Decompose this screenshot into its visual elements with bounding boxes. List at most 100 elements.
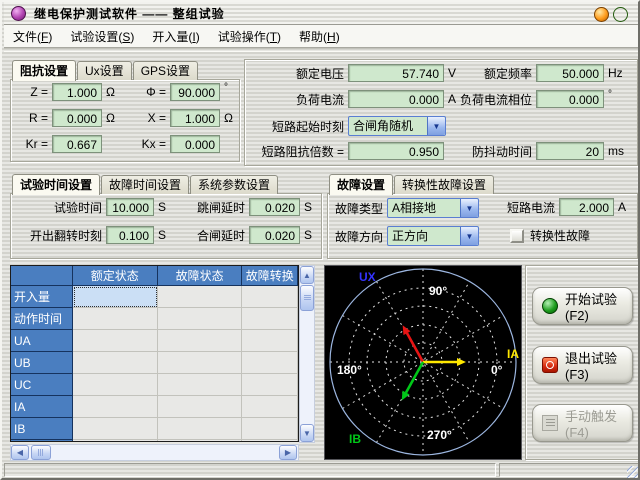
phi-unit: ° [224,82,228,93]
short-start-label: 短路起始时刻 [249,118,344,135]
resize-grip[interactable] [627,466,639,478]
trip-delay-input[interactable]: 0.020 [249,198,300,216]
table-row: IA [11,396,298,418]
tab-convert-fault-settings[interactable]: 转换性故障设置 [394,175,494,194]
short-current-label: 短路电流 [507,199,555,216]
rated-freq-label: 额定频率 [454,65,532,82]
chevron-down-icon[interactable]: ▼ [427,117,445,135]
ib-vector-label: IB [349,432,361,446]
title-bar: 继电保护测试软件 —— 整组试验 [4,2,638,25]
tab-gps-settings[interactable]: GPS设置 [133,61,198,80]
column-header-rated-state[interactable]: 额定状态 [73,266,158,286]
angle-180-label: 180° [337,363,362,377]
trip-delay-field: 跳闸延时 0.020 S [190,198,312,216]
phi-field: Φ = 90.000 ° [136,83,228,101]
menu-bar: 文件(F) 试验设置(S) 开入量(I) 试验操作(T) 帮助(H) [4,25,638,48]
load-phase-field: 负荷电流相位 0.000 ° [454,90,612,108]
vscroll-thumb[interactable] [300,285,314,311]
x-input[interactable]: 1.000 [170,109,220,127]
load-current-input[interactable]: 0.000 [348,90,444,108]
scroll-down-icon[interactable]: ▼ [300,424,314,442]
chevron-down-icon[interactable]: ▼ [460,199,478,217]
scroll-left-icon[interactable]: ◀ [11,445,29,460]
trip-delay-label: 跳闸延时 [190,199,245,216]
short-start-combo[interactable]: 合闸角随机 ▼ [348,116,446,136]
impedance-ratio-label: 短路阻抗倍数 = [249,143,344,160]
convert-fault-field: 转换性故障 [510,227,590,244]
r-input[interactable]: 0.000 [52,109,102,127]
kr-label: Kr = [16,137,48,151]
rated-voltage-input[interactable]: 57.740 [348,64,444,82]
kr-input[interactable]: 0.667 [52,135,102,153]
z-unit: Ω [106,85,115,99]
table-hscrollbar[interactable] [10,444,299,461]
rated-freq-unit: Hz [608,66,623,80]
kx-field: Kx = 0.000 [136,135,220,153]
tab-system-param-settings[interactable]: 系统参数设置 [190,175,278,194]
minimize-button[interactable] [594,7,609,22]
tab-fault-settings[interactable]: 故障设置 [329,174,393,195]
debounce-input[interactable]: 20 [536,142,604,160]
kx-input[interactable]: 0.000 [170,135,220,153]
hscroll-thumb[interactable] [31,445,51,460]
close-delay-input[interactable]: 0.020 [249,226,300,244]
angle-90-label: 90° [429,284,447,298]
scroll-right-icon[interactable]: ▶ [279,445,297,460]
fault-type-field: 故障类型 A相接地 ▼ [333,198,479,218]
tab-test-time-settings[interactable]: 试验时间设置 [12,174,100,195]
fault-direction-field: 故障方向 正方向 ▼ [333,226,479,246]
power-icon [542,357,558,373]
tab-impedance-settings[interactable]: 阻抗设置 [12,60,76,81]
tab-ux-settings[interactable]: Ux设置 [77,61,132,80]
menu-help[interactable]: 帮助(H) [290,25,349,48]
status-bar [4,462,640,479]
table-row: UA [11,330,298,352]
impedance-ratio-input[interactable]: 0.950 [348,142,444,160]
fault-direction-combo[interactable]: 正方向 ▼ [387,226,479,246]
column-header-fault-convert[interactable]: 故障转换 [242,266,298,286]
kx-label: Kx = [136,137,166,151]
short-start-field: 短路起始时刻 合闸角随机 ▼ [249,116,446,136]
menu-file[interactable]: 文件(F) [4,25,61,48]
convert-fault-checkbox[interactable] [510,229,524,243]
angle-0-label: 0° [491,363,502,377]
start-test-button[interactable]: 开始试验(F2) [532,287,633,325]
menu-test-settings[interactable]: 试验设置(S) [61,25,143,48]
rated-voltage-label: 额定电压 [249,65,344,82]
exit-test-button[interactable]: 退出试验(F3) [532,346,633,384]
window-title: 继电保护测试软件 —— 整组试验 [34,5,225,22]
app-window: 继电保护测试软件 —— 整组试验 文件(F) 试验设置(S) 开入量(I) 试验… [0,0,640,480]
close-button[interactable] [613,7,628,22]
load-current-field: 负荷电流 0.000 A [249,90,456,108]
x-label: X = [136,111,166,125]
app-icon [11,6,26,21]
flip-time-input[interactable]: 0.100 [106,226,154,244]
menu-test-operation[interactable]: 试验操作(T) [209,25,290,48]
short-current-field: 短路电流 2.000 A [507,198,626,216]
short-current-input[interactable]: 2.000 [559,198,614,216]
timing-tabstrip: 试验时间设置 故障时间设置 系统参数设置 [12,174,279,194]
chevron-down-icon[interactable]: ▼ [460,227,478,245]
r-field: R = 0.000 Ω [16,109,115,127]
z-input[interactable]: 1.000 [52,83,102,101]
column-header-fault-state[interactable]: 故障状态 [158,266,242,286]
phi-input[interactable]: 90.000 [170,83,220,101]
rated-freq-input[interactable]: 50.000 [536,64,604,82]
tab-fault-time-settings[interactable]: 故障时间设置 [101,175,189,194]
load-phase-label: 负荷电流相位 [454,91,532,108]
load-current-label: 负荷电流 [249,91,344,108]
fault-type-combo[interactable]: A相接地 ▼ [387,198,479,218]
test-time-input[interactable]: 10.000 [106,198,154,216]
rated-freq-field: 额定频率 50.000 Hz [454,64,623,82]
x-unit: Ω [224,111,233,125]
menu-binary-input[interactable]: 开入量(I) [143,25,208,48]
fault-direction-label: 故障方向 [333,228,383,245]
z-label: Z = [16,85,48,99]
trip-delay-unit: S [304,200,312,214]
start-test-label: 开始试验(F2) [565,289,632,323]
load-phase-input[interactable]: 0.000 [536,90,604,108]
scroll-up-icon[interactable]: ▲ [300,266,314,284]
fault-type-label: 故障类型 [333,200,383,217]
selected-cell[interactable] [73,286,158,308]
angle-270-label: 270° [427,428,452,442]
